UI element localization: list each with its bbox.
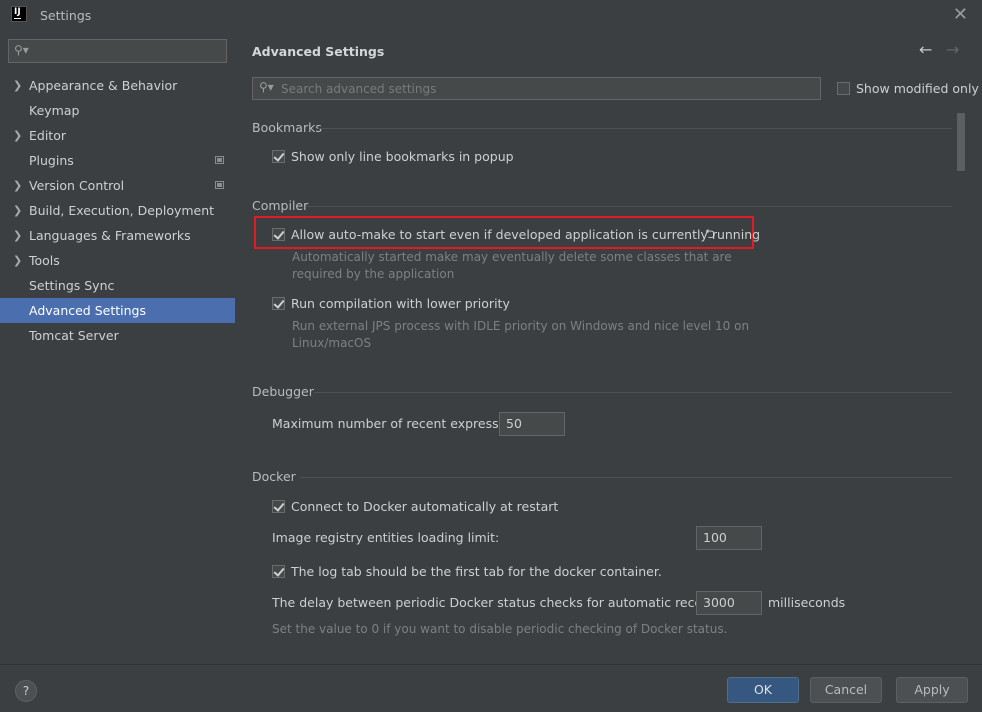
checkbox-unchecked-icon — [837, 82, 850, 95]
sidebar-item-label: Appearance & Behavior — [29, 78, 178, 93]
reset-to-default-icon[interactable]: ⮌ — [705, 225, 715, 247]
chevron-right-icon[interactable]: ❯ — [13, 173, 22, 198]
sidebar-item-label: Languages & Frameworks — [29, 228, 191, 243]
auto-make-description: Automatically started make may eventuall… — [292, 250, 732, 281]
lower-priority-checkbox[interactable]: Run compilation with lower priority — [272, 296, 510, 314]
sidebar-item-appearance-behavior[interactable]: ❯ Appearance & Behavior — [0, 73, 235, 98]
chevron-right-icon[interactable]: ❯ — [13, 248, 22, 273]
sidebar-item-languages-frameworks[interactable]: ❯ Languages & Frameworks — [0, 223, 235, 248]
search-icon: ⚲▾ — [14, 43, 29, 57]
page-title: Advanced Settings — [252, 44, 385, 59]
close-icon[interactable]: ✕ — [953, 4, 968, 25]
section-compiler: Compiler — [252, 198, 952, 214]
advanced-settings-panel: Advanced Settings ← → ⚲▾ Show modified o… — [235, 32, 982, 664]
intellij-logo-icon: IJ — [11, 6, 27, 22]
checkbox-checked-icon — [272, 228, 285, 241]
settings-nav-tree: ❯ Appearance & Behavior Keymap ❯ Editor Plugi… — [0, 73, 235, 348]
checkbox-checked-icon — [272, 565, 285, 578]
forward-arrow-icon[interactable]: → — [946, 40, 959, 59]
show-modified-only-checkbox[interactable]: Show modified only — [837, 81, 979, 96]
sidebar-item-label: Editor — [29, 128, 66, 143]
chevron-right-icon[interactable]: ❯ — [13, 223, 22, 248]
apply-button[interactable]: Apply — [896, 677, 968, 703]
checkbox-checked-icon — [272, 500, 285, 513]
docker-auto-connect-checkbox[interactable]: Connect to Docker automatically at resta… — [272, 499, 558, 517]
checkbox-checked-icon — [272, 297, 285, 310]
sidebar-item-label: Tools — [29, 253, 60, 268]
sidebar-item-label: Tomcat Server — [29, 328, 119, 343]
scrollbar-thumb[interactable] — [957, 113, 965, 171]
sidebar-search-input[interactable]: ⚲▾ — [8, 39, 227, 63]
registry-limit-field[interactable]: 100 — [696, 526, 762, 550]
sidebar-item-advanced-settings[interactable]: Advanced Settings — [0, 298, 235, 323]
sidebar-item-label: Build, Execution, Deployment — [29, 203, 215, 218]
chevron-right-icon[interactable]: ❯ — [13, 123, 22, 148]
section-docker: Docker — [252, 469, 952, 485]
chevron-right-icon[interactable]: ❯ — [13, 73, 22, 98]
window-title: Settings — [40, 8, 92, 23]
status-delay-unit: milliseconds — [768, 595, 846, 610]
settings-sidebar: ⚲▾ ❯ Appearance & Behavior Keymap ❯ Editor Pl… — [0, 32, 235, 664]
chevron-right-icon[interactable]: ❯ — [13, 198, 22, 223]
sidebar-item-label: Settings Sync — [29, 278, 115, 293]
section-title: Docker — [252, 469, 296, 484]
ok-button[interactable]: OK — [727, 677, 799, 703]
project-level-icon — [215, 156, 224, 164]
sidebar-item-editor[interactable]: ❯ Editor — [0, 123, 235, 148]
sidebar-item-label: Advanced Settings — [29, 303, 146, 318]
back-arrow-icon[interactable]: ← — [919, 40, 932, 59]
section-debugger: Debugger — [252, 384, 952, 400]
sidebar-item-settings-sync[interactable]: Settings Sync — [0, 273, 235, 298]
sidebar-item-keymap[interactable]: Keymap — [0, 98, 235, 123]
checkbox-checked-icon — [272, 150, 285, 163]
advanced-settings-search[interactable]: ⚲▾ — [252, 77, 821, 100]
recent-expressions-label: Maximum number of recent expressions: — [272, 416, 529, 431]
sidebar-item-label: Version Control — [29, 178, 125, 193]
show-modified-only-label: Show modified only — [856, 81, 979, 96]
search-icon: ⚲▾ — [259, 80, 274, 94]
status-delay-label: The delay between periodic Docker status… — [272, 595, 761, 610]
sidebar-item-label: Plugins — [29, 153, 74, 168]
sidebar-item-tomcat-server[interactable]: Tomcat Server — [0, 323, 235, 348]
project-level-icon — [215, 181, 224, 189]
recent-expressions-field[interactable]: 50 — [499, 412, 565, 436]
sidebar-item-tools[interactable]: ❯ Tools — [0, 248, 235, 273]
sidebar-item-version-control[interactable]: ❯ Version Control — [0, 173, 235, 198]
sidebar-item-plugins[interactable]: Plugins — [0, 148, 235, 173]
title-bar: IJ Settings ✕ — [0, 0, 982, 32]
registry-limit-label: Image registry entities loading limit: — [272, 530, 500, 545]
vertical-scrollbar[interactable] — [957, 112, 965, 664]
sidebar-item-build-execution-deployment[interactable]: ❯ Build, Execution, Deployment — [0, 198, 235, 223]
dialog-footer: ? OK Cancel Apply — [0, 664, 982, 712]
section-bookmarks: Bookmarks — [252, 120, 952, 136]
status-delay-hint: Set the value to 0 if you want to disabl… — [272, 622, 728, 636]
lower-priority-description: Run external JPS process with IDLE prior… — [292, 319, 750, 350]
line-bookmarks-checkbox[interactable]: Show only line bookmarks in popup — [272, 149, 514, 167]
advanced-search-input[interactable] — [281, 80, 811, 97]
section-title: Compiler — [252, 198, 309, 213]
section-title: Debugger — [252, 384, 314, 399]
sidebar-item-label: Keymap — [29, 103, 80, 118]
status-delay-field[interactable]: 3000 — [696, 591, 762, 615]
auto-make-checkbox[interactable]: Allow auto-make to start even if develop… — [272, 227, 760, 245]
cancel-button[interactable]: Cancel — [810, 677, 882, 703]
section-title: Bookmarks — [252, 120, 322, 135]
settings-content: Bookmarks Show only line bookmarks in po… — [235, 112, 955, 664]
help-button[interactable]: ? — [15, 680, 37, 702]
docker-log-tab-checkbox[interactable]: The log tab should be the first tab for … — [272, 564, 662, 582]
